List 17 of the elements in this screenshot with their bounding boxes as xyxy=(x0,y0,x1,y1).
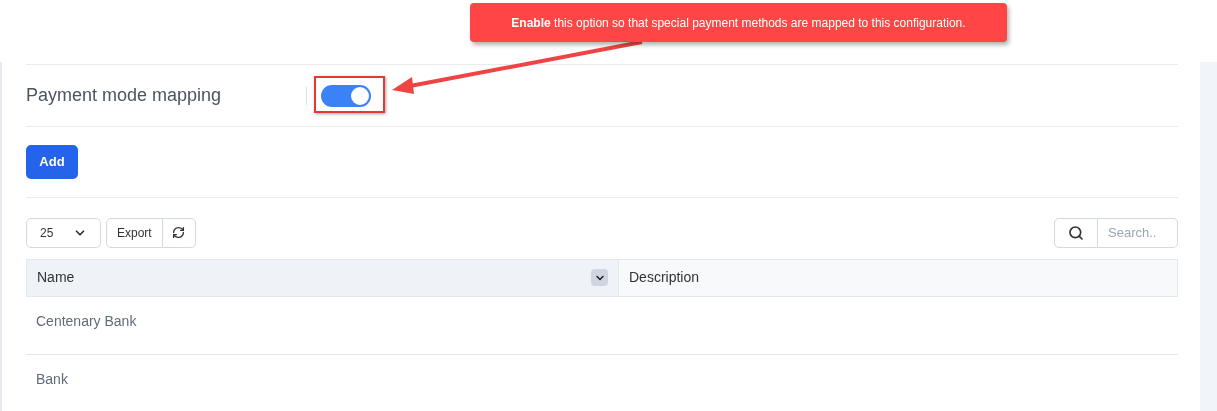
refresh-button[interactable] xyxy=(162,217,196,248)
table-cell: Centenary Bank xyxy=(36,312,137,329)
callout-tooltip: Enable this option so that special payment methods are mapped to this configuration. xyxy=(470,3,1007,42)
page-size-select[interactable]: 25 xyxy=(26,217,101,248)
column-header[interactable]: Description xyxy=(619,259,1177,296)
sort-chevron-icon[interactable] xyxy=(591,269,608,287)
search-button[interactable] xyxy=(1054,217,1098,248)
highlight-frame xyxy=(314,76,385,113)
column-header[interactable]: Name xyxy=(27,259,619,296)
toggle-switch[interactable] xyxy=(321,84,371,107)
export-button[interactable]: Export xyxy=(106,217,163,248)
setting-label: Payment mode mapping xyxy=(26,84,223,108)
search-field[interactable]: Search.. xyxy=(1098,217,1178,248)
table-cell: Bank xyxy=(36,370,68,387)
refresh-icon xyxy=(172,226,186,240)
add-button[interactable]: Add xyxy=(26,145,78,179)
search-icon xyxy=(1068,224,1084,241)
